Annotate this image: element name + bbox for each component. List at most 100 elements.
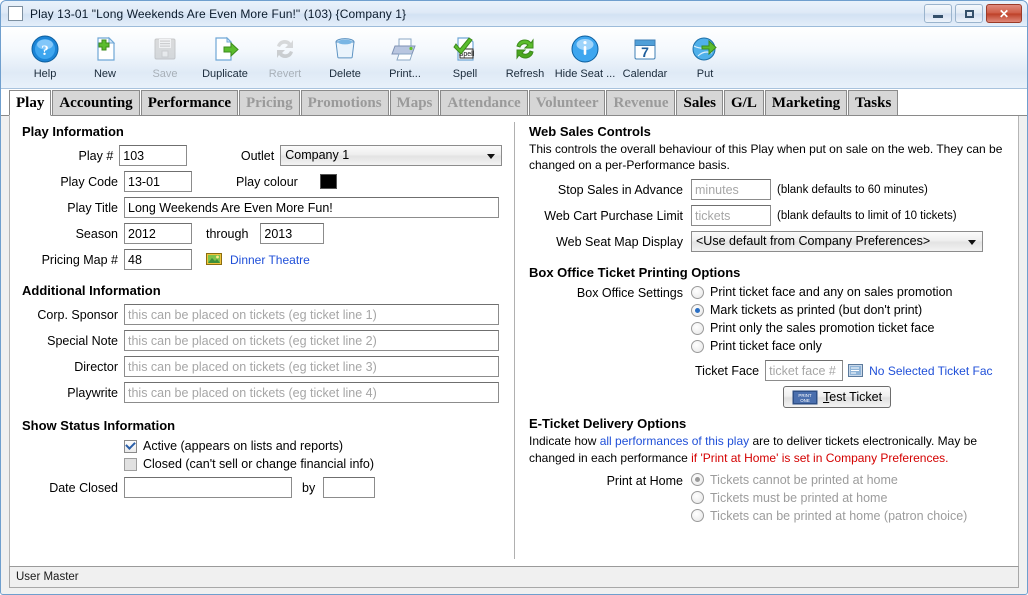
by-input[interactable] (323, 477, 376, 498)
toolbar-refresh-button[interactable]: Refresh (495, 31, 555, 80)
tab-promotions[interactable]: Promotions (300, 90, 389, 115)
toolbar-put-button[interactable]: Put (675, 31, 735, 80)
eticket-description: Indicate how all performances of this pl… (529, 433, 1004, 465)
toolbar-new-label: New (93, 68, 116, 80)
close-button[interactable]: ✕ (986, 4, 1022, 23)
stop-sales-input[interactable] (691, 179, 771, 201)
play-colour-label: Play colour (236, 174, 298, 189)
eticket-option-0[interactable]: Tickets cannot be printed at home (691, 473, 967, 487)
stop-sales-label: Stop Sales in Advance (557, 182, 683, 197)
seat-map-row: Web Seat Map Display <Use default from C… (529, 231, 1004, 253)
season-to-input[interactable] (260, 223, 325, 244)
toolbar-revert-button[interactable]: Revert (255, 31, 315, 80)
test-ticket-button[interactable]: PRINT ONE Test Ticket (783, 386, 892, 409)
toolbar-calendar-button[interactable]: 7 Calendar (615, 31, 675, 80)
eticket-option-1[interactable]: Tickets must be printed at home (691, 491, 967, 505)
eticket-desc-blue: all performances of this play (599, 434, 750, 449)
tab-play[interactable]: Play (9, 90, 52, 116)
toolbar-duplicate-label: Duplicate (202, 68, 248, 80)
seat-map-value: <Use default from Company Preferences> (696, 234, 931, 249)
pricing-map-input[interactable] (124, 249, 192, 270)
minimize-icon (933, 15, 943, 18)
closed-checkbox[interactable] (124, 457, 137, 471)
box-office-option-2[interactable]: Print only the sales promotion ticket fa… (691, 321, 953, 335)
toolbar-calendar-label: Calendar (622, 68, 668, 80)
radio-must-print-at-home[interactable] (691, 491, 704, 505)
box-office-option-3-label: Print ticket face only (710, 339, 822, 354)
closed-checkbox-row[interactable]: Closed (can't sell or change financial i… (124, 457, 502, 471)
tab-sales[interactable]: Sales (676, 90, 723, 115)
tab-maps[interactable]: Maps (389, 90, 440, 115)
play-tab-content: Play Information Play # Outlet Company 1… (9, 116, 1019, 568)
director-input[interactable] (124, 356, 499, 377)
toolbar-print-button[interactable]: Print... (375, 31, 435, 80)
show-status-heading: Show Status Information (22, 418, 176, 433)
tab-volunteer[interactable]: Volunteer (528, 90, 606, 115)
eticket-option-2-label: Tickets can be printed at home (patron c… (710, 508, 968, 523)
playwrite-input[interactable] (124, 382, 499, 403)
toolbar-duplicate-button[interactable]: Duplicate (195, 31, 255, 80)
toolbar-new-button[interactable]: New (75, 31, 135, 80)
outlet-select[interactable]: Company 1 (280, 145, 502, 166)
toolbar-delete-button[interactable]: Delete (315, 31, 375, 80)
toolbar-hide-seat-button[interactable]: Hide Seat ... (555, 31, 615, 80)
status-bar: User Master (9, 566, 1019, 588)
status-bar-text: User Master (16, 571, 79, 583)
radio-print-face-and-promo[interactable] (691, 285, 704, 299)
tab-marketing[interactable]: Marketing (764, 90, 848, 115)
tab-revenue[interactable]: Revenue (606, 90, 676, 115)
ticket-face-picker-icon[interactable] (848, 364, 864, 378)
radio-print-ticket-face-only[interactable] (691, 339, 704, 353)
play-colour-swatch[interactable] (319, 174, 337, 189)
tab-pricing[interactable]: Pricing (238, 90, 300, 115)
play-code-row: Play Code Play colour (22, 171, 502, 192)
toolbar-help-button[interactable]: ? Help (15, 31, 75, 80)
pricing-map-link[interactable]: Dinner Theatre (230, 253, 310, 267)
ticket-face-status: No Selected Ticket Fac (869, 363, 993, 378)
play-number-input[interactable] (119, 145, 188, 166)
special-note-input[interactable] (124, 330, 499, 351)
play-window: Play 13-01 "Long Weekends Are Even More … (0, 0, 1028, 595)
eticket-option-2[interactable]: Tickets can be printed at home (patron c… (691, 509, 967, 523)
cart-limit-input[interactable] (691, 205, 771, 227)
tab-gl[interactable]: G/L (724, 90, 764, 115)
radio-mark-as-printed[interactable] (691, 303, 704, 317)
play-title-input[interactable] (124, 197, 499, 218)
active-checkbox-row[interactable]: Active (appears on lists and reports) (124, 439, 502, 453)
corp-sponsor-input[interactable] (124, 304, 499, 325)
active-checkbox[interactable] (124, 439, 137, 453)
window-icon (8, 6, 23, 21)
box-office-option-0[interactable]: Print ticket face and any on sales promo… (691, 285, 953, 299)
date-closed-input[interactable] (124, 477, 292, 498)
tab-attendance[interactable]: Attendance (440, 90, 528, 115)
seat-map-select[interactable]: <Use default from Company Preferences> (691, 231, 983, 253)
pricing-map-row: Pricing Map # Dinner Theatre (22, 249, 502, 270)
test-ticket-label: Test Ticket (823, 390, 882, 404)
chevron-down-icon (487, 154, 495, 159)
toolbar-save-label: Save (152, 68, 178, 80)
tab-accounting[interactable]: Accounting (52, 90, 140, 115)
radio-cannot-print-at-home[interactable] (691, 473, 704, 487)
eticket-heading: E-Ticket Delivery Options (529, 416, 687, 432)
play-code-input[interactable] (124, 171, 192, 192)
pricing-map-picker-icon[interactable] (206, 252, 222, 267)
tab-performance[interactable]: Performance (140, 90, 238, 115)
delete-trash-icon (329, 33, 361, 65)
radio-print-promo-face-only[interactable] (691, 321, 704, 335)
date-closed-row: Date Closed by (22, 477, 502, 498)
maximize-icon (964, 9, 974, 18)
ticket-face-input[interactable] (765, 360, 844, 382)
revert-icon (269, 33, 301, 65)
tab-tasks[interactable]: Tasks (848, 90, 899, 115)
toolbar-print-label: Print... (389, 68, 421, 80)
box-office-option-1[interactable]: Mark tickets as printed (but don't print… (691, 303, 953, 317)
minimize-button[interactable] (924, 4, 952, 23)
radio-can-print-at-home[interactable] (691, 509, 704, 523)
toolbar-save-button[interactable]: Save (135, 31, 195, 80)
maximize-button[interactable] (955, 4, 983, 23)
spell-check-icon: Spell (449, 33, 481, 65)
season-from-input[interactable] (124, 223, 192, 244)
box-office-option-3[interactable]: Print ticket face only (691, 339, 953, 353)
toolbar-spell-button[interactable]: Spell Spell (435, 31, 495, 80)
season-label: Season (75, 226, 118, 241)
